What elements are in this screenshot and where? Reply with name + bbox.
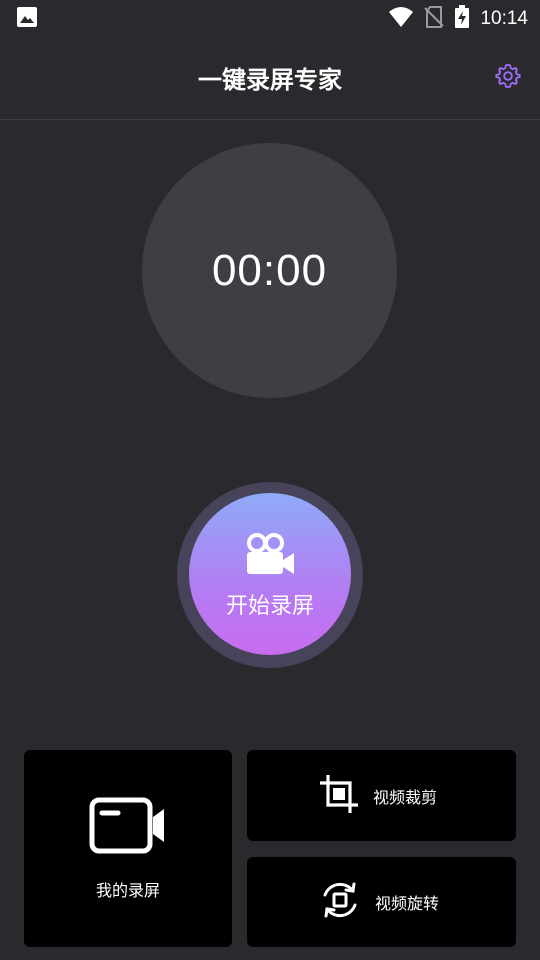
wifi-icon [388,6,414,32]
status-bar: 10:14 [0,0,540,38]
settings-button[interactable] [492,62,524,94]
start-recording-button[interactable]: 开始录屏 [189,493,351,655]
my-recordings-card[interactable]: 我的录屏 [24,750,232,947]
app-bar: 一键录屏专家 [0,38,540,120]
gear-icon [494,62,522,94]
image-notification-icon [16,6,38,32]
timer-text: 00:00 [211,245,328,295]
page-title: 一键录屏专家 [198,66,342,94]
crop-icon [319,774,359,818]
video-camera-icon [244,532,296,580]
my-recordings-label: 我的录屏 [95,880,160,900]
status-time: 10:14 [480,8,528,29]
start-recording-label: 开始录屏 [225,594,314,619]
screen-video-icon [89,797,167,859]
battery-charging-icon [454,5,470,33]
video-crop-label: 视频裁剪 [373,787,438,807]
timer-display: 00:00 [142,143,397,398]
video-rotate-card[interactable]: 视频旋转 [247,857,516,947]
no-sim-icon [424,6,445,32]
video-crop-card[interactable]: 视频裁剪 [247,750,516,841]
rotate-icon [319,879,361,925]
video-rotate-label: 视频旋转 [375,894,440,913]
